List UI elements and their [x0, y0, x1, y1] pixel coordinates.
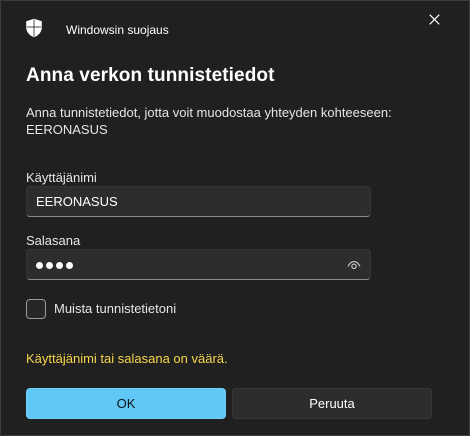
remember-checkbox[interactable]: [26, 299, 46, 319]
username-input[interactable]: [26, 186, 371, 217]
reveal-password-button[interactable]: [343, 257, 365, 275]
target-name: EERONASUS: [26, 122, 108, 137]
close-button[interactable]: [419, 7, 449, 35]
password-input[interactable]: [26, 249, 371, 280]
close-icon: [428, 12, 440, 30]
remember-label[interactable]: Muista tunnistetietoni: [54, 301, 176, 316]
dialog-heading: Anna verkon tunnistetiedot: [26, 65, 275, 86]
username-label: Käyttäjänimi: [26, 170, 97, 185]
description-text: Anna tunnistetiedot, jotta voit muodosta…: [26, 105, 392, 120]
credentials-dialog: Windowsin suojaus Anna verkon tunnisteti…: [0, 0, 470, 436]
password-dot: [56, 262, 63, 269]
shield-icon: [25, 18, 43, 38]
password-dot: [36, 262, 43, 269]
title-bar: Windowsin suojaus: [1, 1, 469, 59]
eye-icon: [347, 257, 361, 275]
password-dot: [66, 262, 73, 269]
error-message: Käyttäjänimi tai salasana on väärä.: [26, 351, 228, 366]
password-dot: [46, 262, 53, 269]
password-label: Salasana: [26, 233, 81, 248]
password-mask: [36, 257, 73, 274]
app-title: Windowsin suojaus: [66, 23, 169, 37]
cancel-button[interactable]: Peruuta: [232, 388, 432, 419]
ok-button[interactable]: OK: [26, 388, 226, 419]
button-bar: OK Peruuta: [1, 379, 469, 435]
dialog-description: Anna tunnistetiedot, jotta voit muodosta…: [26, 104, 446, 138]
